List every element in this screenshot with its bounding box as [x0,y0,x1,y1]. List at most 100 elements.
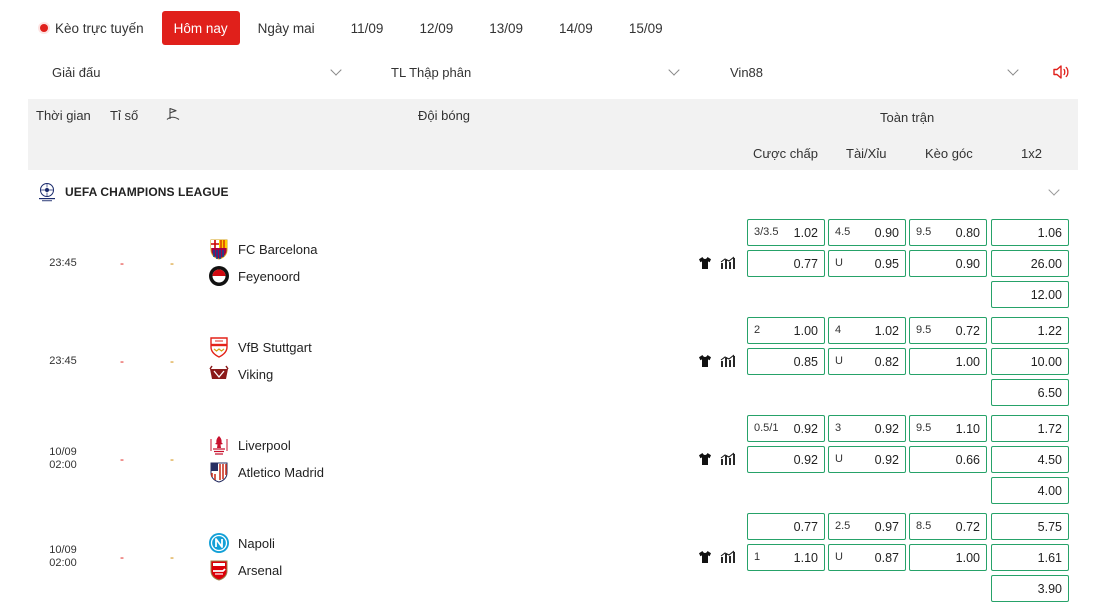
total-line: 3 [835,422,842,434]
live-odds-tab[interactable]: Kèo trực tuyến [28,11,162,45]
under-odds[interactable]: U 0.87 [828,544,906,571]
draw-odds[interactable]: 12.00 [991,281,1069,308]
odds-value: 0.77 [793,257,818,271]
draw-odds[interactable]: 4.00 [991,477,1069,504]
match-ht-score: - [170,550,174,564]
shirt-icon[interactable] [698,256,712,270]
handicap-home-odds[interactable]: 0.77 [747,513,825,540]
handicap-home-odds[interactable]: 0.5/1 0.92 [747,415,825,442]
odds-value: 4.50 [1037,453,1062,467]
league-select[interactable]: Giải đấu [52,58,342,86]
handicap-away-odds[interactable]: 0.85 [747,348,825,375]
corner-line: 9.5 [916,422,932,434]
odds-value: 1.00 [955,355,980,369]
handicap-line: 0.5/1 [754,422,779,434]
date-tabs: Kèo trực tuyến Hôm nay Ngày mai 11/09 12… [28,11,687,45]
match-row[interactable]: 23:45 - - FC Barcelona Feyenoord 3/3.5 1.… [28,216,1078,314]
corner-over-odds[interactable]: 8.5 0.72 [909,513,987,540]
corner-line: 9.5 [916,324,932,336]
corner-over-odds[interactable]: 9.5 0.72 [909,317,987,344]
chevron-down-icon[interactable] [1048,184,1060,196]
away-team-name: Viking [238,366,274,382]
away-win-odds[interactable]: 26.00 [991,250,1069,277]
away-team-name: Feyenoord [238,268,301,284]
draw-odds[interactable]: 6.50 [991,379,1069,406]
stats-icon[interactable] [720,550,736,564]
handicap-away-odds[interactable]: 1 1.10 [747,544,825,571]
stats-icon[interactable] [720,452,736,466]
away-win-odds[interactable]: 1.61 [991,544,1069,571]
stats-icon[interactable] [720,256,736,270]
under-odds[interactable]: U 0.92 [828,446,906,473]
league-row[interactable]: UEFA CHAMPIONS LEAGUE [28,172,1078,212]
match-time: 23:45 [28,355,98,368]
handicap-away-odds[interactable]: 0.92 [747,446,825,473]
sound-icon[interactable] [1052,64,1070,80]
corner-over-odds[interactable]: 9.5 0.80 [909,219,987,246]
col-full-match: Toàn trận [880,110,935,125]
corner-under-odds[interactable]: 0.90 [909,250,987,277]
corner-line: 8.5 [916,520,932,532]
handicap-home-odds[interactable]: 2 1.00 [747,317,825,344]
col-team: Đội bóng [418,108,471,123]
home-win-odds[interactable]: 1.22 [991,317,1069,344]
stuttgart-logo-icon [210,337,228,358]
tab-tomorrow[interactable]: Ngày mai [246,11,327,45]
corner-under-odds[interactable]: 1.00 [909,348,987,375]
match-kickoff: 02:00 [49,557,77,569]
tab-date-1109[interactable]: 11/09 [339,11,396,45]
handicap-home-odds[interactable]: 3/3.5 1.02 [747,219,825,246]
over-odds[interactable]: 4 1.02 [828,317,906,344]
odds-value: 12.00 [1030,288,1062,302]
match-row[interactable]: 10/09 02:00 - - Napoli Arsenal 0.77 1 1.1… [28,510,1078,608]
tab-date-1309[interactable]: 13/09 [477,11,535,45]
shirt-icon[interactable] [698,452,712,466]
corner-over-odds[interactable]: 9.5 1.10 [909,415,987,442]
over-odds[interactable]: 4.5 0.90 [828,219,906,246]
odds-value: 1.61 [1037,551,1062,565]
home-team-name: FC Barcelona [238,241,318,257]
home-team-name: Napoli [238,535,275,551]
home-team[interactable]: Liverpool [208,434,291,456]
draw-odds[interactable]: 3.90 [991,575,1069,602]
corner-under-odds[interactable]: 0.66 [909,446,987,473]
away-team[interactable]: Viking [208,363,273,385]
home-win-odds[interactable]: 1.72 [991,415,1069,442]
over-odds[interactable]: 2.5 0.97 [828,513,906,540]
total-line: 4.5 [835,226,851,238]
away-team[interactable]: Arsenal [208,559,282,581]
corner-under-odds[interactable]: 1.00 [909,544,987,571]
match-time: 23:45 [28,257,98,270]
shirt-icon[interactable] [698,550,712,564]
away-team[interactable]: Atletico Madrid [208,461,324,483]
napoli-logo-icon [209,533,229,553]
home-team[interactable]: VfB Stuttgart [208,336,312,358]
away-win-odds[interactable]: 10.00 [991,348,1069,375]
over-odds[interactable]: 3 0.92 [828,415,906,442]
odds-format-select[interactable]: TL Thập phân [391,58,680,86]
home-team-name: Liverpool [238,437,291,453]
tab-date-1209[interactable]: 12/09 [407,11,465,45]
home-win-odds[interactable]: 5.75 [991,513,1069,540]
odds-value: 5.75 [1037,520,1062,534]
handicap-away-odds[interactable]: 0.77 [747,250,825,277]
under-label: U [835,551,843,563]
odds-value: 1.10 [793,551,818,565]
away-win-odds[interactable]: 4.50 [991,446,1069,473]
away-team[interactable]: Feyenoord [208,265,300,287]
home-team[interactable]: FC Barcelona [208,238,317,260]
shirt-icon[interactable] [698,354,712,368]
match-ht-score: - [170,452,174,466]
stats-icon[interactable] [720,354,736,368]
tab-today[interactable]: Hôm nay [161,11,240,45]
home-team[interactable]: Napoli [208,532,275,554]
bookmaker-select[interactable]: Vin88 [730,58,1019,86]
under-odds[interactable]: U 0.95 [828,250,906,277]
match-row[interactable]: 10/09 02:00 - - Liverpool Atletico Madri… [28,412,1078,510]
tab-date-1409[interactable]: 14/09 [547,11,605,45]
under-odds[interactable]: U 0.82 [828,348,906,375]
match-ht-score: - [170,256,174,270]
home-win-odds[interactable]: 1.06 [991,219,1069,246]
match-row[interactable]: 23:45 - - VfB Stuttgart Viking 2 1.00 0.8… [28,314,1078,412]
tab-date-1509[interactable]: 15/09 [617,11,675,45]
